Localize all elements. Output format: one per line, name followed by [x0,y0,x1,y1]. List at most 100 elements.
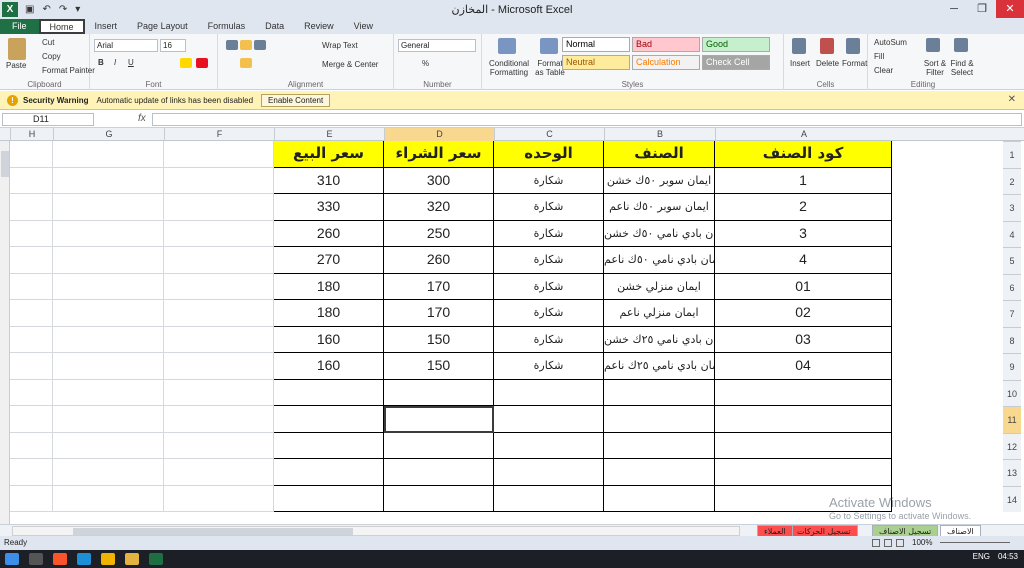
table-cell[interactable]: ايمان بادي نامي ٥٠ك ناعم [604,247,715,274]
table-cell[interactable]: 170 [384,300,494,327]
table-cell[interactable]: 160 [274,353,384,380]
close-warning-icon[interactable]: ✕ [1008,94,1016,105]
vertical-scrollbar[interactable] [0,141,10,524]
column-header-e[interactable]: E [274,128,384,141]
tab-page-layout[interactable]: Page Layout [127,19,198,34]
grid-cell[interactable] [53,485,164,512]
save-icon[interactable]: ▣ [25,4,34,15]
column-header-f[interactable]: F [164,128,274,141]
table-cell[interactable]: شكارة [494,247,604,274]
font-size-select[interactable]: 16 [160,39,186,52]
insert-cells-button[interactable]: Insert [790,59,810,68]
grid-cell[interactable] [10,141,53,168]
grid-cell[interactable] [10,273,53,300]
table-cell[interactable]: 320 [384,194,494,221]
table-cell[interactable] [494,406,604,433]
tab-view[interactable]: View [344,19,383,34]
task-view-icon[interactable] [29,553,43,565]
column-header-b[interactable]: B [604,128,715,141]
sort-filter-button[interactable]: Sort & Filter [922,59,948,77]
formula-input[interactable] [152,113,1022,126]
enable-content-button[interactable]: Enable Content [261,93,331,107]
table-cell[interactable] [274,379,384,406]
cell-style-check-cell[interactable]: Check Cell [702,55,770,70]
table-cell[interactable] [494,432,604,459]
table-cell[interactable]: 310 [274,167,384,194]
table-cell[interactable] [494,459,604,486]
grid-cell[interactable] [10,300,53,327]
grid-cell[interactable] [10,220,53,247]
grid-cell[interactable] [10,379,53,406]
table-cell[interactable]: شكارة [494,167,604,194]
grid-cell[interactable] [53,459,164,486]
table-cell[interactable]: 180 [274,273,384,300]
find-select-icon[interactable] [954,38,968,52]
table-cell[interactable] [715,379,892,406]
table-cell[interactable] [604,459,715,486]
column-header-a[interactable]: A [715,128,892,141]
file-explorer-icon[interactable] [125,553,139,565]
insert-function-icon[interactable]: fx [138,113,146,124]
horizontal-scrollbar[interactable] [12,526,740,536]
tab-review[interactable]: Review [294,19,344,34]
tab-data[interactable]: Data [255,19,294,34]
clock[interactable]: 04:53 [998,552,1018,561]
table-cell[interactable] [715,459,892,486]
row-header-8[interactable]: 8 [1003,326,1021,353]
table-header-cell[interactable]: سعر البيع [274,141,384,168]
row-header-10[interactable]: 10 [1003,379,1021,406]
delete-cells-button[interactable]: Delete [816,59,839,68]
table-cell[interactable] [604,485,715,512]
table-cell[interactable]: 03 [715,326,892,353]
row-header-2[interactable]: 2 [1003,167,1021,194]
table-cell[interactable]: شكارة [494,326,604,353]
format-as-table-icon[interactable] [540,38,558,54]
table-cell[interactable] [274,459,384,486]
find-select-button[interactable]: Find & Select [948,59,976,77]
table-cell[interactable]: 01 [715,273,892,300]
brave-browser-icon[interactable] [53,553,67,565]
table-cell[interactable]: شكارة [494,300,604,327]
grid-cell[interactable] [164,220,274,247]
table-cell[interactable]: 250 [384,220,494,247]
table-cell[interactable]: شكارة [494,220,604,247]
align-middle-icon[interactable] [240,40,252,50]
grid-cell[interactable] [164,353,274,380]
grid-cell[interactable] [10,353,53,380]
sort-filter-icon[interactable] [926,38,940,52]
column-header-c[interactable]: C [494,128,604,141]
grid-cell[interactable] [164,459,274,486]
table-cell[interactable] [494,379,604,406]
italic-button[interactable]: I [114,58,116,67]
table-cell[interactable]: 330 [274,194,384,221]
table-cell[interactable]: 300 [384,167,494,194]
grid-cell[interactable] [53,300,164,327]
conditional-formatting-button[interactable]: Conditional Formatting [486,59,532,77]
tab-home[interactable]: Home [38,19,85,34]
grid-cell[interactable] [53,353,164,380]
row-header-3[interactable]: 3 [1003,194,1021,221]
table-cell[interactable]: ايمان بادي نامي ٥٠ك خشن [604,220,715,247]
table-cell[interactable]: 02 [715,300,892,327]
table-cell[interactable]: 1 [715,167,892,194]
conditional-formatting-icon[interactable] [498,38,516,54]
grid-cell[interactable] [53,432,164,459]
table-cell[interactable]: 4 [715,247,892,274]
row-header-11[interactable]: 11 [1003,406,1021,433]
column-header-g[interactable]: G [53,128,164,141]
tab-insert[interactable]: Insert [85,19,128,34]
table-cell[interactable] [604,379,715,406]
grid-cell[interactable] [53,273,164,300]
table-cell[interactable] [274,432,384,459]
tab-formulas[interactable]: Formulas [198,19,256,34]
font-name-select[interactable]: Arial [94,39,158,52]
row-header-14[interactable]: 14 [1003,485,1021,512]
fill-button[interactable]: Fill [874,52,884,61]
excel-taskbar-icon[interactable] [149,553,163,565]
grid-cell[interactable] [164,194,274,221]
cell-style-bad[interactable]: Bad [632,37,700,52]
grid-cell[interactable] [53,167,164,194]
format-painter-button[interactable]: Format Painter [42,66,95,75]
zoom-slider[interactable] [940,542,1010,543]
grid-cell[interactable] [164,485,274,512]
